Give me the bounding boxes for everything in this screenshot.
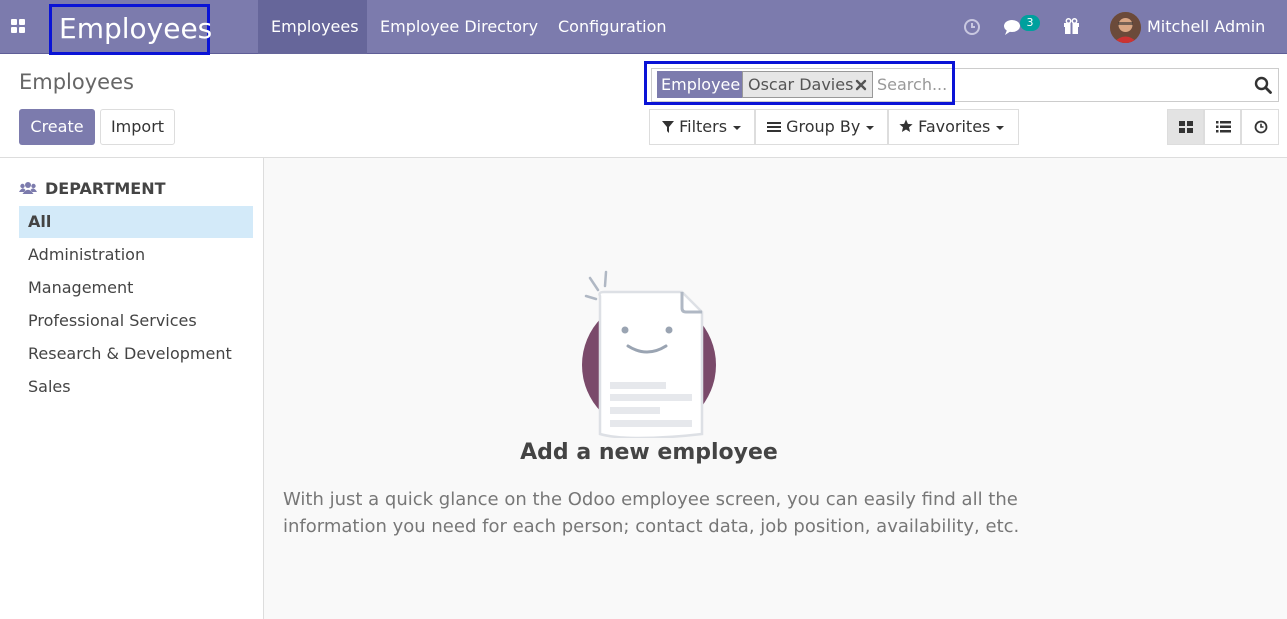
list-icon	[1216, 121, 1231, 133]
empty-state-line-1: With just a quick glance on the Odoo emp…	[283, 489, 1018, 510]
clock-icon	[1254, 120, 1268, 134]
group-by-button[interactable]: Group By	[755, 109, 888, 145]
list-bars-icon	[767, 122, 781, 132]
menu-item-employees[interactable]: Employees	[258, 0, 367, 54]
create-button[interactable]: Create	[19, 109, 95, 145]
search-highlight-box	[644, 61, 955, 105]
kanban-icon	[1179, 121, 1193, 133]
star-icon	[899, 119, 913, 132]
filters-label: Filters	[679, 117, 728, 136]
grid-icon[interactable]	[11, 19, 27, 35]
empty-state-line-2: information you need for each person; co…	[283, 516, 1020, 537]
clock-icon[interactable]	[963, 18, 981, 36]
sidebar-header: DEPARTMENT	[45, 179, 166, 198]
import-button[interactable]: Import	[100, 109, 175, 145]
sidebar-item-all[interactable]: All	[19, 206, 253, 238]
group-by-label: Group By	[786, 117, 861, 136]
avatar[interactable]	[1110, 12, 1141, 43]
kanban-view-button[interactable]	[1167, 109, 1204, 145]
sidebar-item-sales[interactable]: Sales	[19, 371, 253, 403]
sidebar-item-management[interactable]: Management	[19, 272, 253, 304]
empty-state-description: With just a quick glance on the Odoo emp…	[283, 486, 1043, 540]
user-name[interactable]: Mitchell Admin	[1147, 0, 1265, 54]
menu-item-employee-directory[interactable]: Employee Directory	[380, 0, 538, 54]
favorites-button[interactable]: Favorites	[888, 109, 1019, 145]
sidebar-item-research-development[interactable]: Research & Development	[19, 338, 253, 370]
list-view-button[interactable]	[1204, 109, 1241, 145]
filter-icon	[662, 121, 674, 133]
app-title[interactable]: Employees	[49, 4, 212, 55]
menu-item-configuration[interactable]: Configuration	[558, 0, 667, 54]
empty-state-title: Add a new employee	[520, 440, 778, 465]
search-icon[interactable]	[1254, 76, 1272, 94]
favorites-label: Favorites	[918, 117, 991, 136]
activity-view-button[interactable]	[1241, 109, 1279, 145]
gift-icon[interactable]	[1063, 18, 1080, 35]
sidebar-item-administration[interactable]: Administration	[19, 239, 253, 271]
users-icon	[19, 182, 37, 194]
empty-document-illustration	[582, 270, 716, 438]
filters-button[interactable]: Filters	[649, 109, 755, 145]
main-content	[264, 158, 1287, 619]
breadcrumb: Employees	[19, 70, 134, 94]
messages-count-badge: 3	[1020, 15, 1040, 31]
sidebar-item-professional-services[interactable]: Professional Services	[19, 305, 253, 337]
